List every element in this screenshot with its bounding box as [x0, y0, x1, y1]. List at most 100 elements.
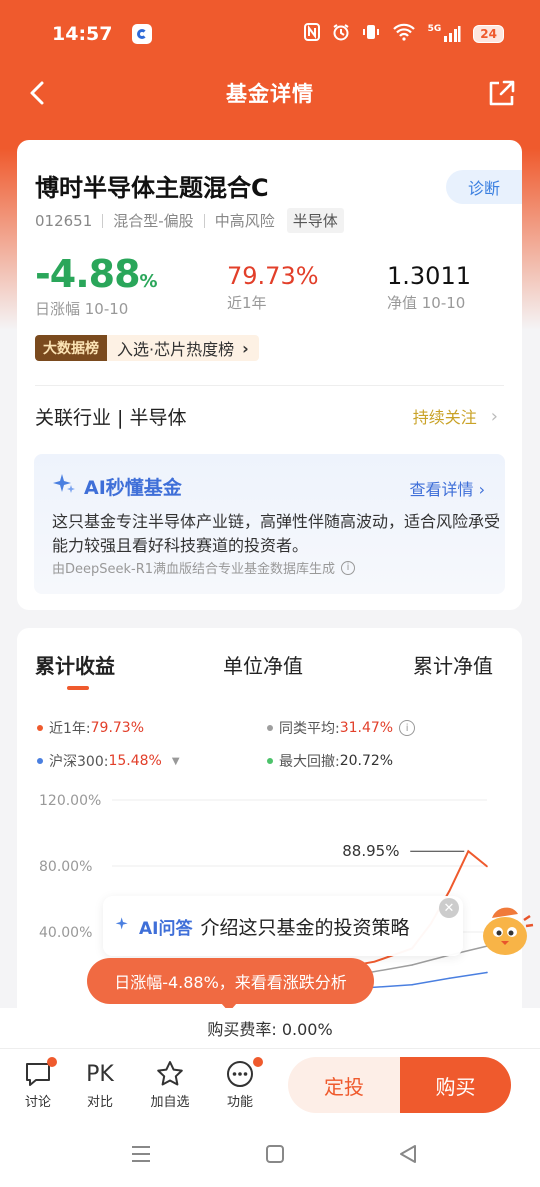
- data-point: [486, 971, 488, 974]
- fund-type: 混合型-偏股: [113, 212, 194, 230]
- follow-label: 持续关注: [412, 408, 477, 427]
- daily-change-label: 日涨幅 10-10: [35, 300, 129, 318]
- chart-tabs: 累计收益 单位净值 累计净值: [35, 650, 505, 690]
- discuss-label: 讨论: [24, 1095, 51, 1110]
- fund-info-card: 博时半导体主题混合C 诊断 012651 混合型-偏股 中高风险 半导体 -4.…: [17, 140, 522, 610]
- functions-label: 功能: [226, 1095, 253, 1110]
- fund-risk: 中高风险: [214, 212, 275, 230]
- back-nav-icon[interactable]: [398, 1144, 418, 1168]
- discuss-button[interactable]: 讨论: [13, 1057, 63, 1110]
- network-type: 5G: [427, 24, 442, 34]
- sparkle-icon: [52, 472, 76, 501]
- fund-name: 博时半导体主题混合C: [35, 174, 269, 202]
- wifi-icon: [392, 23, 416, 45]
- follow-link[interactable]: 持续关注 ›: [413, 404, 498, 428]
- compare-label: 对比: [86, 1095, 113, 1110]
- share-icon[interactable]: [486, 77, 516, 109]
- data-point: [448, 889, 451, 892]
- notification-dot: [253, 1057, 263, 1067]
- bigdata-ranking[interactable]: 大数据榜 入选·芯片热度榜 ›: [35, 335, 259, 361]
- status-time: 14:57: [52, 23, 113, 45]
- y-tick-label: 80.00%: [39, 859, 92, 875]
- close-icon[interactable]: ✕: [439, 898, 459, 918]
- bigdata-text: 入选·芯片热度榜 ›: [107, 335, 259, 361]
- diagnose-button[interactable]: 诊断: [446, 170, 522, 204]
- ai-detail-link[interactable]: 查看详情 ›: [410, 476, 486, 500]
- auto-invest-button[interactable]: 定投: [288, 1057, 400, 1113]
- status-icons: 5G 24: [303, 23, 504, 45]
- page-title: 基金详情: [226, 82, 314, 106]
- tab-cumulative-return[interactable]: 累计收益: [35, 650, 115, 679]
- ai-summary-title: AI秒懂基金: [52, 472, 182, 501]
- tag-divider: [102, 213, 104, 228]
- more-icon: [215, 1057, 265, 1091]
- sector-tag[interactable]: 半导体: [286, 208, 344, 233]
- drop-analysis-button[interactable]: 日涨幅-4.88%，来看看涨跌分析: [87, 958, 374, 1012]
- y-tick-label: 120.00%: [39, 793, 101, 809]
- alarm-icon: [332, 23, 350, 45]
- ai-description: 这只基金专注半导体产业链，高弹性伴随高波动，适合风险承受能力较强且看好科技赛道的…: [52, 512, 501, 555]
- peak-annotation: 88.95%: [342, 842, 399, 860]
- data-point: [411, 984, 413, 986]
- info-icon[interactable]: i: [399, 720, 416, 736]
- battery-indicator: 24: [473, 25, 504, 43]
- vibrate-icon: [362, 23, 380, 45]
- related-industry[interactable]: 关联行业 | 半导体: [35, 403, 186, 430]
- nav-label: 净值 10-10: [387, 294, 466, 312]
- compare-button[interactable]: PK 对比: [75, 1057, 125, 1111]
- data-point: [373, 960, 376, 963]
- nav-value: 1.3011: [387, 262, 471, 290]
- legend-dot: [37, 758, 43, 764]
- dropdown-icon: ▼: [171, 755, 180, 767]
- data-point: [448, 977, 451, 979]
- add-watchlist-label: 加自选: [150, 1095, 190, 1110]
- year-return-label: 近1年: [227, 294, 267, 312]
- legend-peer: 同类平均: 31.47% i: [267, 718, 416, 738]
- legend-drawdown: 最大回撤: 20.72%: [267, 751, 393, 771]
- nav-bar: 基金详情: [0, 68, 540, 118]
- info-icon[interactable]: i: [341, 560, 356, 575]
- chat-icon: [13, 1057, 63, 1091]
- star-icon: [145, 1057, 195, 1091]
- menu-icon[interactable]: [130, 1144, 152, 1168]
- legend-dot: [37, 725, 43, 731]
- ai-source: 由DeepSeek-R1满血版结合专业基金数据库生成 i: [52, 558, 356, 577]
- functions-button[interactable]: 功能: [215, 1057, 265, 1110]
- fund-tags: 012651 混合型-偏股 中高风险 半导体: [35, 208, 344, 233]
- tab-unit-nav[interactable]: 单位净值: [223, 650, 303, 679]
- pk-icon: PK: [86, 1061, 114, 1087]
- active-tab-indicator: [67, 686, 89, 690]
- chevron-right-icon: ›: [242, 338, 249, 358]
- fund-metrics: -4.88% 日涨幅 10-10 79.73% 近1年 1.3011 净值 10…: [35, 252, 505, 322]
- y-tick-label: 40.00%: [39, 925, 92, 941]
- metric-year: 79.73% 近1年: [227, 252, 319, 313]
- add-watchlist-button[interactable]: 加自选: [145, 1057, 195, 1110]
- data-point: [411, 964, 413, 966]
- back-icon[interactable]: [24, 77, 54, 109]
- tag-divider: [203, 213, 205, 228]
- bottom-action-bar: 讨论 PK 对比 加自选 功能 定投 购买: [0, 1048, 540, 1120]
- fee-bar: 购买费率: 0.00%: [0, 1008, 540, 1048]
- fund-code: 012651: [35, 211, 93, 230]
- nfc-icon: [303, 23, 320, 45]
- divider: [35, 385, 504, 386]
- app-notification-icon: [132, 24, 153, 44]
- legend-hs300[interactable]: 沪深300: 15.48% ▼: [37, 751, 180, 771]
- bigdata-badge: 大数据榜: [35, 335, 107, 361]
- legend-dot: [267, 725, 273, 731]
- fee-text: 购买费率: 0.00%: [207, 1020, 333, 1039]
- status-bar: 14:57 5G 24: [0, 0, 540, 68]
- ai-question-bubble[interactable]: AI问答 介绍这只基金的投资策略 ✕: [103, 896, 463, 956]
- ai-summary-box: AI秒懂基金 查看详情 › 这只基金专注半导体产业链，高弹性伴随高波动，适合风险…: [34, 454, 505, 594]
- ai-question-text: 介绍这只基金的投资策略: [200, 916, 410, 939]
- tab-cumulative-nav[interactable]: 累计净值: [413, 650, 493, 679]
- mascot-icon[interactable]: [474, 898, 536, 960]
- ai-question-label: AI问答: [139, 918, 193, 939]
- metric-nav: 1.3011 净值 10-10: [387, 252, 471, 313]
- buy-button[interactable]: 购买: [400, 1057, 511, 1113]
- home-icon[interactable]: [265, 1144, 285, 1168]
- signal-icon: 5G: [428, 25, 462, 43]
- chevron-right-icon: ›: [490, 405, 498, 427]
- data-point: [467, 850, 470, 853]
- sparkle-icon: [115, 916, 131, 936]
